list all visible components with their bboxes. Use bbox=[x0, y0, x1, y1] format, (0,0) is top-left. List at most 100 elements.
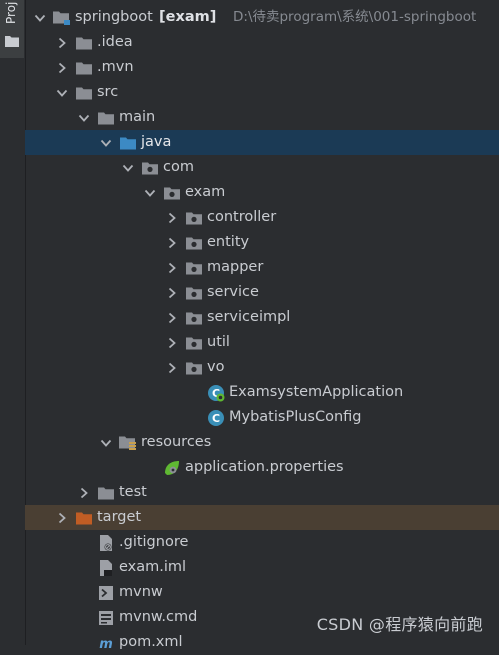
tree-row-resources[interactable]: resources bbox=[25, 430, 499, 455]
tree-row-target[interactable]: target bbox=[25, 505, 499, 530]
chevron-right-icon[interactable] bbox=[165, 280, 179, 305]
tree-row-examsystemapplication[interactable]: C ExamsystemApplication bbox=[25, 380, 499, 405]
tree-item-label: serviceimpl bbox=[207, 309, 291, 325]
tree-item-label: test bbox=[119, 484, 147, 500]
svg-text:m: m bbox=[99, 637, 113, 651]
folder-icon bbox=[75, 80, 93, 105]
cmd-file-icon bbox=[97, 605, 115, 630]
folder-icon bbox=[5, 32, 19, 51]
chevron-down-icon[interactable] bbox=[99, 430, 113, 455]
package-icon bbox=[185, 205, 203, 230]
iml-file-icon bbox=[97, 555, 115, 580]
class-icon: C bbox=[207, 405, 225, 430]
tree-row-serviceimpl[interactable]: serviceimpl bbox=[25, 305, 499, 330]
tree-item-label: resources bbox=[141, 434, 212, 450]
tree-item-label: mapper bbox=[207, 259, 264, 275]
chevron-down-icon[interactable] bbox=[77, 105, 91, 130]
source-folder-icon bbox=[119, 130, 137, 155]
tree-item-label: entity bbox=[207, 234, 250, 250]
tree-item-label: controller bbox=[207, 209, 277, 225]
tree-row-mvn[interactable]: .mvn bbox=[25, 55, 499, 80]
tree-item-label: pom.xml bbox=[119, 634, 183, 650]
tree-item-label: util bbox=[207, 334, 230, 350]
chevron-down-icon[interactable] bbox=[99, 130, 113, 155]
package-icon bbox=[163, 180, 181, 205]
tree-row-exam-iml[interactable]: exam.iml bbox=[25, 555, 499, 580]
project-tool-window-strip: Proj bbox=[0, 0, 26, 645]
chevron-right-icon[interactable] bbox=[165, 230, 179, 255]
package-icon bbox=[185, 255, 203, 280]
tree-item-label: exam bbox=[185, 184, 226, 200]
tree-item-label: com bbox=[163, 159, 194, 175]
module-folder-icon bbox=[53, 5, 71, 30]
chevron-right-icon[interactable] bbox=[77, 480, 91, 505]
tree-item-label: mvnw.cmd bbox=[119, 609, 198, 625]
tree-row-com[interactable]: com bbox=[25, 155, 499, 180]
tree-row-controller[interactable]: controller bbox=[25, 205, 499, 230]
spring-properties-icon bbox=[163, 455, 181, 480]
tree-row-src[interactable]: src bbox=[25, 80, 499, 105]
svg-text:C: C bbox=[212, 412, 220, 425]
tree-row-exam[interactable]: exam bbox=[25, 180, 499, 205]
chevron-right-icon[interactable] bbox=[165, 355, 179, 380]
folder-icon bbox=[97, 105, 115, 130]
project-tool-tab[interactable]: Proj bbox=[0, 0, 24, 58]
chevron-down-icon[interactable] bbox=[121, 155, 135, 180]
tree-row-mvnw[interactable]: mvnw bbox=[25, 580, 499, 605]
tree-item-label: exam.iml bbox=[119, 559, 187, 575]
chevron-right-icon[interactable] bbox=[165, 205, 179, 230]
package-icon bbox=[185, 330, 203, 355]
tree-row-mapper[interactable]: mapper bbox=[25, 255, 499, 280]
tree-row-gitignore[interactable]: .gitignore bbox=[25, 530, 499, 555]
project-name: springboot bbox=[75, 9, 153, 25]
package-icon bbox=[185, 280, 203, 305]
tree-item-label: MybatisPlusConfig bbox=[229, 409, 362, 425]
tree-row-test[interactable]: test bbox=[25, 480, 499, 505]
chevron-right-icon[interactable] bbox=[55, 55, 69, 80]
tree-row-vo[interactable]: vo bbox=[25, 355, 499, 380]
tree-row-java[interactable]: java bbox=[25, 130, 499, 155]
tree-row-util[interactable]: util bbox=[25, 330, 499, 355]
tree-item-label: main bbox=[119, 109, 156, 125]
project-path: D:\待卖program\系统\001-springboot bbox=[233, 9, 477, 25]
project-tool-tab-label: Proj bbox=[4, 2, 18, 24]
watermark: CSDN @程序猿向前跑 bbox=[316, 615, 483, 634]
gitignore-file-icon bbox=[97, 530, 115, 555]
chevron-right-icon[interactable] bbox=[165, 305, 179, 330]
package-icon bbox=[141, 155, 159, 180]
project-tree[interactable]: springboot [exam] D:\待卖program\系统\001-spri… bbox=[25, 5, 499, 655]
tree-item-label: service bbox=[207, 284, 259, 300]
chevron-down-icon[interactable] bbox=[143, 180, 157, 205]
shell-script-icon bbox=[97, 580, 115, 605]
package-icon bbox=[185, 355, 203, 380]
module-name: [exam] bbox=[159, 9, 217, 25]
tree-row-main[interactable]: main bbox=[25, 105, 499, 130]
excluded-folder-icon bbox=[75, 505, 93, 530]
folder-icon bbox=[75, 30, 93, 55]
tree-item-label: .mvn bbox=[97, 59, 134, 75]
tree-row-mybatisplusconfig[interactable]: C MybatisPlusConfig bbox=[25, 405, 499, 430]
tree-row-idea[interactable]: .idea bbox=[25, 30, 499, 55]
tree-row-entity[interactable]: entity bbox=[25, 230, 499, 255]
package-icon bbox=[185, 230, 203, 255]
tree-item-label: src bbox=[97, 84, 119, 100]
tree-row-application-properties[interactable]: application.properties bbox=[25, 455, 499, 480]
tree-item-label: target bbox=[97, 509, 142, 525]
maven-pom-icon: m bbox=[97, 630, 115, 655]
chevron-down-icon[interactable] bbox=[55, 80, 69, 105]
chevron-right-icon[interactable] bbox=[55, 30, 69, 55]
chevron-right-icon[interactable] bbox=[165, 330, 179, 355]
tree-item-label: vo bbox=[207, 359, 225, 375]
spring-boot-class-icon: C bbox=[207, 380, 225, 405]
tree-item-label: .idea bbox=[97, 34, 133, 50]
folder-icon bbox=[97, 480, 115, 505]
chevron-down-icon[interactable] bbox=[33, 5, 47, 30]
chevron-right-icon[interactable] bbox=[55, 505, 69, 530]
tree-row-service[interactable]: service bbox=[25, 280, 499, 305]
chevron-right-icon[interactable] bbox=[165, 255, 179, 280]
folder-icon bbox=[75, 55, 93, 80]
tree-item-label: java bbox=[141, 134, 172, 150]
tree-row-springboot-exam[interactable]: springboot [exam] D:\待卖program\系统\001-spri… bbox=[25, 5, 499, 30]
package-icon bbox=[185, 305, 203, 330]
tree-item-label: application.properties bbox=[185, 459, 344, 475]
